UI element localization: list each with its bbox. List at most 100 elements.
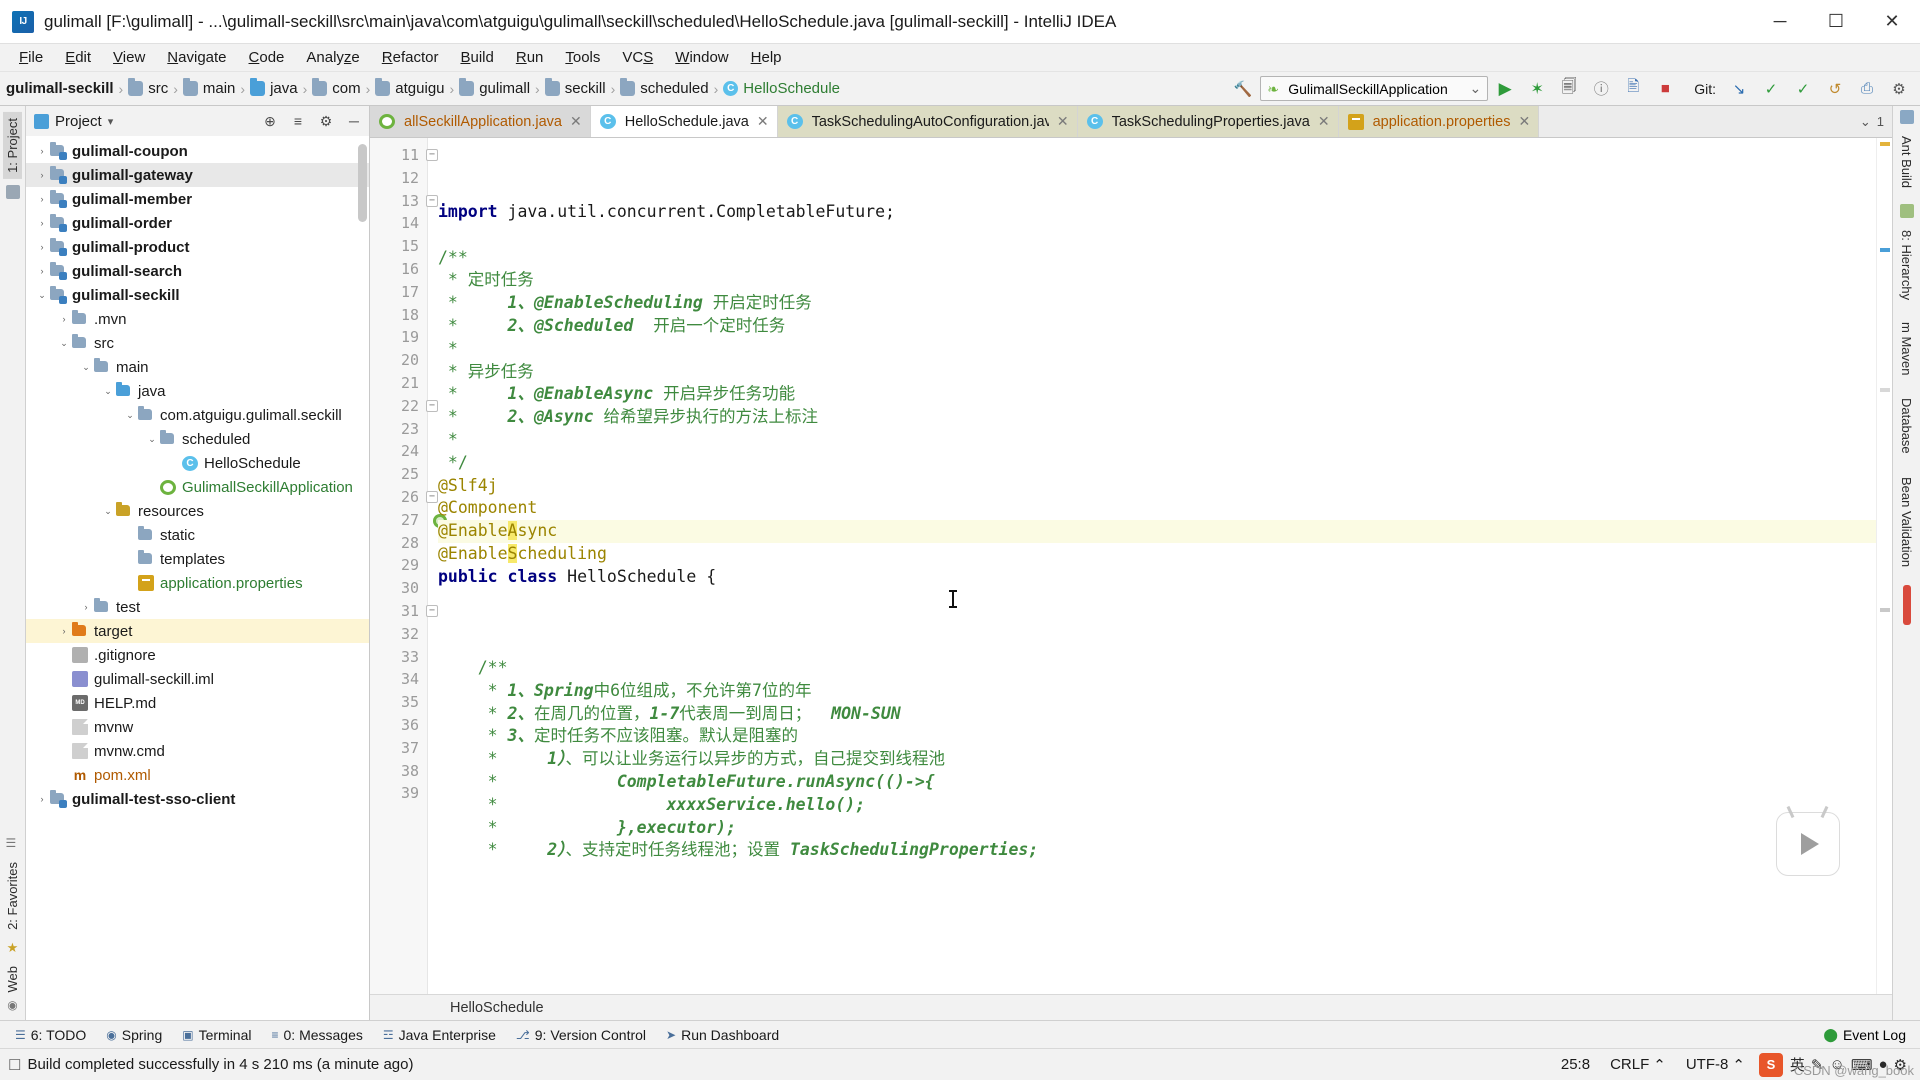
chevron-right-icon[interactable]: › [34,146,50,156]
encoding-selector[interactable]: UTF-8 ⌃ [1676,1056,1755,1074]
editor-tab-taskschedulingautoconfiguration-java[interactable]: C TaskSchedulingAutoConfiguration.java ✕ [777,106,1078,137]
tree-node--gitignore[interactable]: .gitignore [26,643,369,667]
tree-node-src[interactable]: ⌄ src [26,331,369,355]
tool-window-9-version-control[interactable]: ⎇ 9: Version Control [507,1025,655,1045]
tree-node-java[interactable]: ⌄ java [26,379,369,403]
tree-node-gulimall-seckill-iml[interactable]: gulimall-seckill.iml [26,667,369,691]
line-number-12[interactable]: 12 [370,167,427,190]
chevron-down-icon[interactable]: ⌄ [78,362,94,373]
chevron-down-icon[interactable]: ▾ [108,115,114,128]
tool-window-0-messages[interactable]: ≡ 0: Messages [262,1025,371,1045]
tool-tab-project[interactable]: 1: Project [3,112,22,179]
menu-edit[interactable]: Edit [54,46,102,69]
line-number-11[interactable]: 11− [370,144,438,167]
chevron-down-icon[interactable]: ⌄ [100,506,116,517]
error-stripe[interactable] [1876,138,1892,994]
tool-tab-ant-build[interactable]: Ant Build [1897,130,1916,194]
menu-navigate[interactable]: Navigate [156,46,237,69]
line-number-20[interactable]: 20 [370,349,427,372]
run-button[interactable]: ▶ [1490,75,1520,103]
menu-vcs[interactable]: VCS [611,46,664,69]
close-tab-icon[interactable]: ✕ [1518,113,1530,130]
tree-node-gulimall-order[interactable]: › gulimall-order [26,211,369,235]
line-number-34[interactable]: 34 [370,668,427,691]
line-number-24[interactable]: 24 [370,440,427,463]
chevron-down-icon[interactable]: ⌄ [1860,114,1871,130]
chevron-right-icon[interactable]: › [78,602,94,612]
line-number-23[interactable]: 23 [370,418,427,441]
chevron-down-icon[interactable]: ⌄ [144,434,160,445]
chevron-right-icon[interactable]: › [34,218,50,228]
code-content[interactable]: import java.util.concurrent.CompletableF… [428,138,1876,994]
breadcrumb-item-helloschedule[interactable]: C HelloSchedule [723,80,840,97]
tree-node-gulimall-search[interactable]: › gulimall-search [26,259,369,283]
change-marker[interactable] [1880,608,1890,612]
tree-node-target[interactable]: › target [26,619,369,643]
sogou-ime-icon[interactable]: S [1758,1052,1783,1077]
tree-node-com-atguigu-gulimall-seckill[interactable]: ⌄ com.atguigu.gulimall.seckill [26,403,369,427]
menu-code[interactable]: Code [238,46,296,69]
tool-window-spring[interactable]: ◉ Spring [97,1025,171,1045]
tree-node-help-md[interactable]: HELP.md [26,691,369,715]
breadcrumb-item-java[interactable]: java [250,78,298,97]
git-push-icon[interactable]: ✓ [1788,75,1818,103]
git-commit-icon[interactable]: ✓ [1756,75,1786,103]
close-tab-icon[interactable]: ✕ [757,113,769,130]
menu-analyze[interactable]: Analyze [295,46,370,69]
line-number-19[interactable]: 19 [370,326,427,349]
tree-node-static[interactable]: static [26,523,369,547]
line-number-22[interactable]: 22− [370,395,438,418]
line-number-15[interactable]: 15 [370,235,427,258]
git-update-icon[interactable]: ↘ [1724,75,1754,103]
line-number-33[interactable]: 33 [370,646,427,669]
tree-node-gulimall-test-sso-client[interactable]: › gulimall-test-sso-client [26,787,369,811]
structure-side-icon[interactable]: ☰ [6,836,20,850]
close-tab-icon[interactable]: ✕ [1318,113,1330,130]
tool-window-6-todo[interactable]: ☰ 6: TODO [6,1025,95,1045]
chevron-down-icon[interactable]: ⌄ [122,410,138,421]
editor-tab-taskschedulingproperties-java[interactable]: C TaskSchedulingProperties.java ✕ [1077,106,1339,137]
editor-tab-application-properties[interactable]: application.properties ✕ [1338,106,1540,137]
line-number-31[interactable]: 31− [370,600,438,623]
minimize-button[interactable]: ─ [1752,0,1808,44]
breadcrumb-item-scheduled[interactable]: scheduled [620,78,709,97]
change-marker[interactable] [1880,388,1890,392]
tree-node-application-properties[interactable]: application.properties [26,571,369,595]
editor-breadcrumb[interactable]: HelloSchedule [370,994,1892,1020]
todo-marker[interactable] [1880,248,1890,252]
tree-node-gulimall-seckill[interactable]: ⌄ gulimall-seckill [26,283,369,307]
hierarchy-icon[interactable] [1899,204,1914,219]
breadcrumb-item-gulimall[interactable]: gulimall [459,78,530,97]
breadcrumb-item-atguigu[interactable]: atguigu [375,78,445,97]
project-tree[interactable]: › gulimall-coupon › gulimall-gateway › gulima… [26,136,369,1020]
tree-node-pom-xml[interactable]: m pom.xml [26,763,369,787]
tool-window-run-dashboard[interactable]: ➤ Run Dashboard [657,1025,788,1045]
tree-node-templates[interactable]: templates [26,547,369,571]
menu-refactor[interactable]: Refactor [371,46,450,69]
event-log-button[interactable]: ⬤ Event Log [1823,1027,1920,1043]
close-button[interactable]: ✕ [1864,0,1920,44]
line-number-14[interactable]: 14 [370,212,427,235]
close-tab-icon[interactable]: ✕ [1057,113,1069,130]
line-number-13[interactable]: 13− [370,190,438,213]
menu-help[interactable]: Help [740,46,793,69]
project-tree-scrollbar[interactable] [358,144,367,222]
tool-tab-favorites[interactable]: 2: Favorites [3,856,22,936]
structure-icon[interactable] [5,184,20,199]
line-number-30[interactable]: 30 [370,577,427,600]
line-number-39[interactable]: 39 [370,782,427,805]
chevron-down-icon[interactable]: ⌄ [56,338,72,349]
gear-icon[interactable]: ⚙ [315,110,337,132]
caret-position[interactable]: 25:8 [1551,1056,1600,1073]
line-number-17[interactable]: 17 [370,281,427,304]
line-number-18[interactable]: 18 [370,304,427,327]
line-number-26[interactable]: 26− [370,486,438,509]
tool-tab-web[interactable]: Web [3,960,22,999]
line-number-16[interactable]: 16 [370,258,427,281]
line-number-35[interactable]: 35 [370,691,427,714]
chevron-down-icon[interactable]: ⌄ [34,290,50,301]
tree-node-resources[interactable]: ⌄ resources [26,499,369,523]
maximize-button[interactable]: ☐ [1808,0,1864,44]
line-number-gutter[interactable]: 11−12 13−14 15 16 17 18 19 20 21 22−23 24 25 26−27 28… [370,138,447,994]
tool-tab-database[interactable]: Database [1897,392,1916,460]
